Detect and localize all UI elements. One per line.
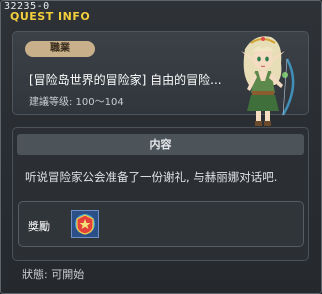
quest-status: 狀態: 可開始 (22, 268, 85, 281)
quest-description: 听说冒险家公会准备了一份谢礼, 与赫丽娜对话吧. (25, 170, 278, 184)
quest-info-window: 32235-0 QUEST INFO 職業 [冒险岛世界的冒险家] 自由的冒险.… (0, 0, 322, 294)
window-title: QUEST INFO (10, 10, 91, 23)
content-panel: 内容 听说冒险家公会准备了一份谢礼, 与赫丽娜对话吧. 獎勵 (12, 127, 309, 261)
reward-label: 獎勵 (28, 220, 50, 233)
content-header: 内容 (17, 134, 304, 155)
reward-item-icon[interactable] (71, 210, 99, 238)
npc-portrait-icon (241, 36, 295, 126)
recommended-level: 建議等级: 100～104 (29, 97, 124, 108)
reward-box: 獎勵 (18, 201, 304, 247)
job-tag: 職業 (25, 41, 95, 57)
quest-name: [冒险岛世界的冒险家] 自由的冒险... (29, 73, 222, 87)
medal-icon (72, 211, 98, 237)
